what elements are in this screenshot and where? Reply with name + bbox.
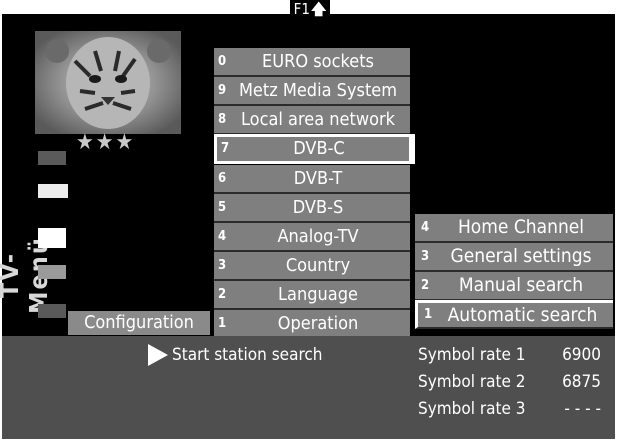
menu-level-indicator-5 [38, 304, 66, 318]
menu-item-number: 6 [218, 171, 227, 186]
symbol-rate-row: Symbol rate 3 - - - - [418, 396, 601, 423]
menu-item-metz-media-system[interactable]: 9 Metz Media System [214, 77, 410, 106]
submenu-item-label: Manual search [458, 274, 584, 296]
submenu-item-home-channel[interactable]: 4 Home Channel [415, 214, 613, 243]
submenu-item-label: Home Channel [457, 216, 585, 238]
start-search-label: Start station search [172, 345, 323, 365]
info-panel: Start station search Symbol rate 1 6900 S… [2, 336, 615, 439]
submenu-item-number: 3 [421, 249, 430, 264]
menu-item-label: DVB-S [292, 197, 344, 218]
menu-item-label: DVB-T [293, 168, 343, 189]
symbol-rate-value: - - - - [564, 399, 601, 419]
symbol-rate-row: Symbol rate 1 6900 [418, 342, 601, 369]
arrow-up-icon: 🡅 [310, 0, 327, 18]
menu-item-euro-sockets[interactable]: 0 EURO sockets [214, 48, 410, 77]
menu-item-analog-tv[interactable]: 4 Analog-TV [214, 223, 410, 252]
menu-level-indicator-1 [38, 151, 66, 165]
submenu-item-manual-search[interactable]: 2 Manual search [415, 272, 613, 301]
submenu-item-number: 4 [421, 220, 430, 235]
main-menu: 0 EURO sockets 9 Metz Media System 8 Local … [214, 48, 415, 348]
menu-level-indicator-3 [38, 228, 66, 248]
menu-item-dvb-c[interactable]: 7 DVB-C [214, 134, 415, 164]
symbol-rate-value: 6900 [562, 345, 601, 365]
symbol-rate-value: 6875 [562, 372, 601, 392]
menu-item-dvb-s[interactable]: 5 DVB-S [214, 194, 410, 223]
submenu-item-label: General settings [450, 245, 592, 267]
symbol-rate-label: Symbol rate 3 [418, 399, 526, 419]
submenu-item-number: 2 [421, 278, 430, 293]
menu-item-label: Local area network [240, 109, 396, 130]
rating-stars: ★★★ [76, 130, 136, 155]
menu-level-indicator-4 [38, 265, 66, 279]
menu-item-label: EURO sockets [262, 51, 374, 72]
symbol-rate-row: Symbol rate 2 6875 [418, 369, 601, 396]
menu-item-number: 9 [218, 83, 227, 98]
play-triangle-icon [148, 344, 168, 366]
f1-key-label: F1 [293, 0, 310, 18]
menu-item-label: Operation [277, 313, 359, 334]
menu-item-operation[interactable]: 1 Operation [214, 310, 410, 339]
configuration-label: Configuration [68, 311, 210, 335]
symbol-rate-label: Symbol rate 1 [418, 345, 526, 365]
tiger-image [35, 31, 181, 134]
menu-item-label: Language [278, 284, 358, 305]
menu-item-dvb-t[interactable]: 6 DVB-T [214, 165, 410, 194]
menu-level-indicator-2 [38, 184, 68, 198]
symbol-rate-label: Symbol rate 2 [418, 372, 526, 392]
menu-item-number: 7 [221, 141, 230, 156]
menu-item-number: 3 [218, 258, 227, 273]
menu-item-country[interactable]: 3 Country [214, 252, 410, 281]
menu-item-label: Analog-TV [277, 226, 359, 247]
submenu-item-label: Automatic search [447, 304, 598, 326]
menu-item-number: 1 [218, 316, 227, 331]
menu-item-number: 4 [218, 229, 227, 244]
start-station-search-action[interactable]: Start station search [148, 344, 322, 366]
submenu-item-general-settings[interactable]: 3 General settings [415, 243, 613, 272]
menu-item-label: Country [285, 255, 351, 276]
menu-item-number: 8 [218, 112, 227, 127]
menu-item-number: 0 [218, 54, 227, 69]
menu-item-local-area-network[interactable]: 8 Local area network [214, 106, 410, 135]
program-preview-image [35, 31, 181, 134]
submenu-item-automatic-search[interactable]: 1 Automatic search [415, 300, 613, 329]
submenu-item-number: 1 [424, 307, 433, 322]
menu-item-label: Metz Media System [238, 80, 398, 101]
menu-item-language[interactable]: 2 Language [214, 281, 410, 310]
menu-item-number: 2 [218, 287, 227, 302]
menu-item-number: 5 [218, 200, 227, 215]
symbol-rate-list: Symbol rate 1 6900 Symbol rate 2 6875 Symb… [418, 342, 601, 423]
menu-item-label: DVB-C [293, 138, 345, 159]
f1-key-hint: F1🡅 [290, 0, 330, 18]
